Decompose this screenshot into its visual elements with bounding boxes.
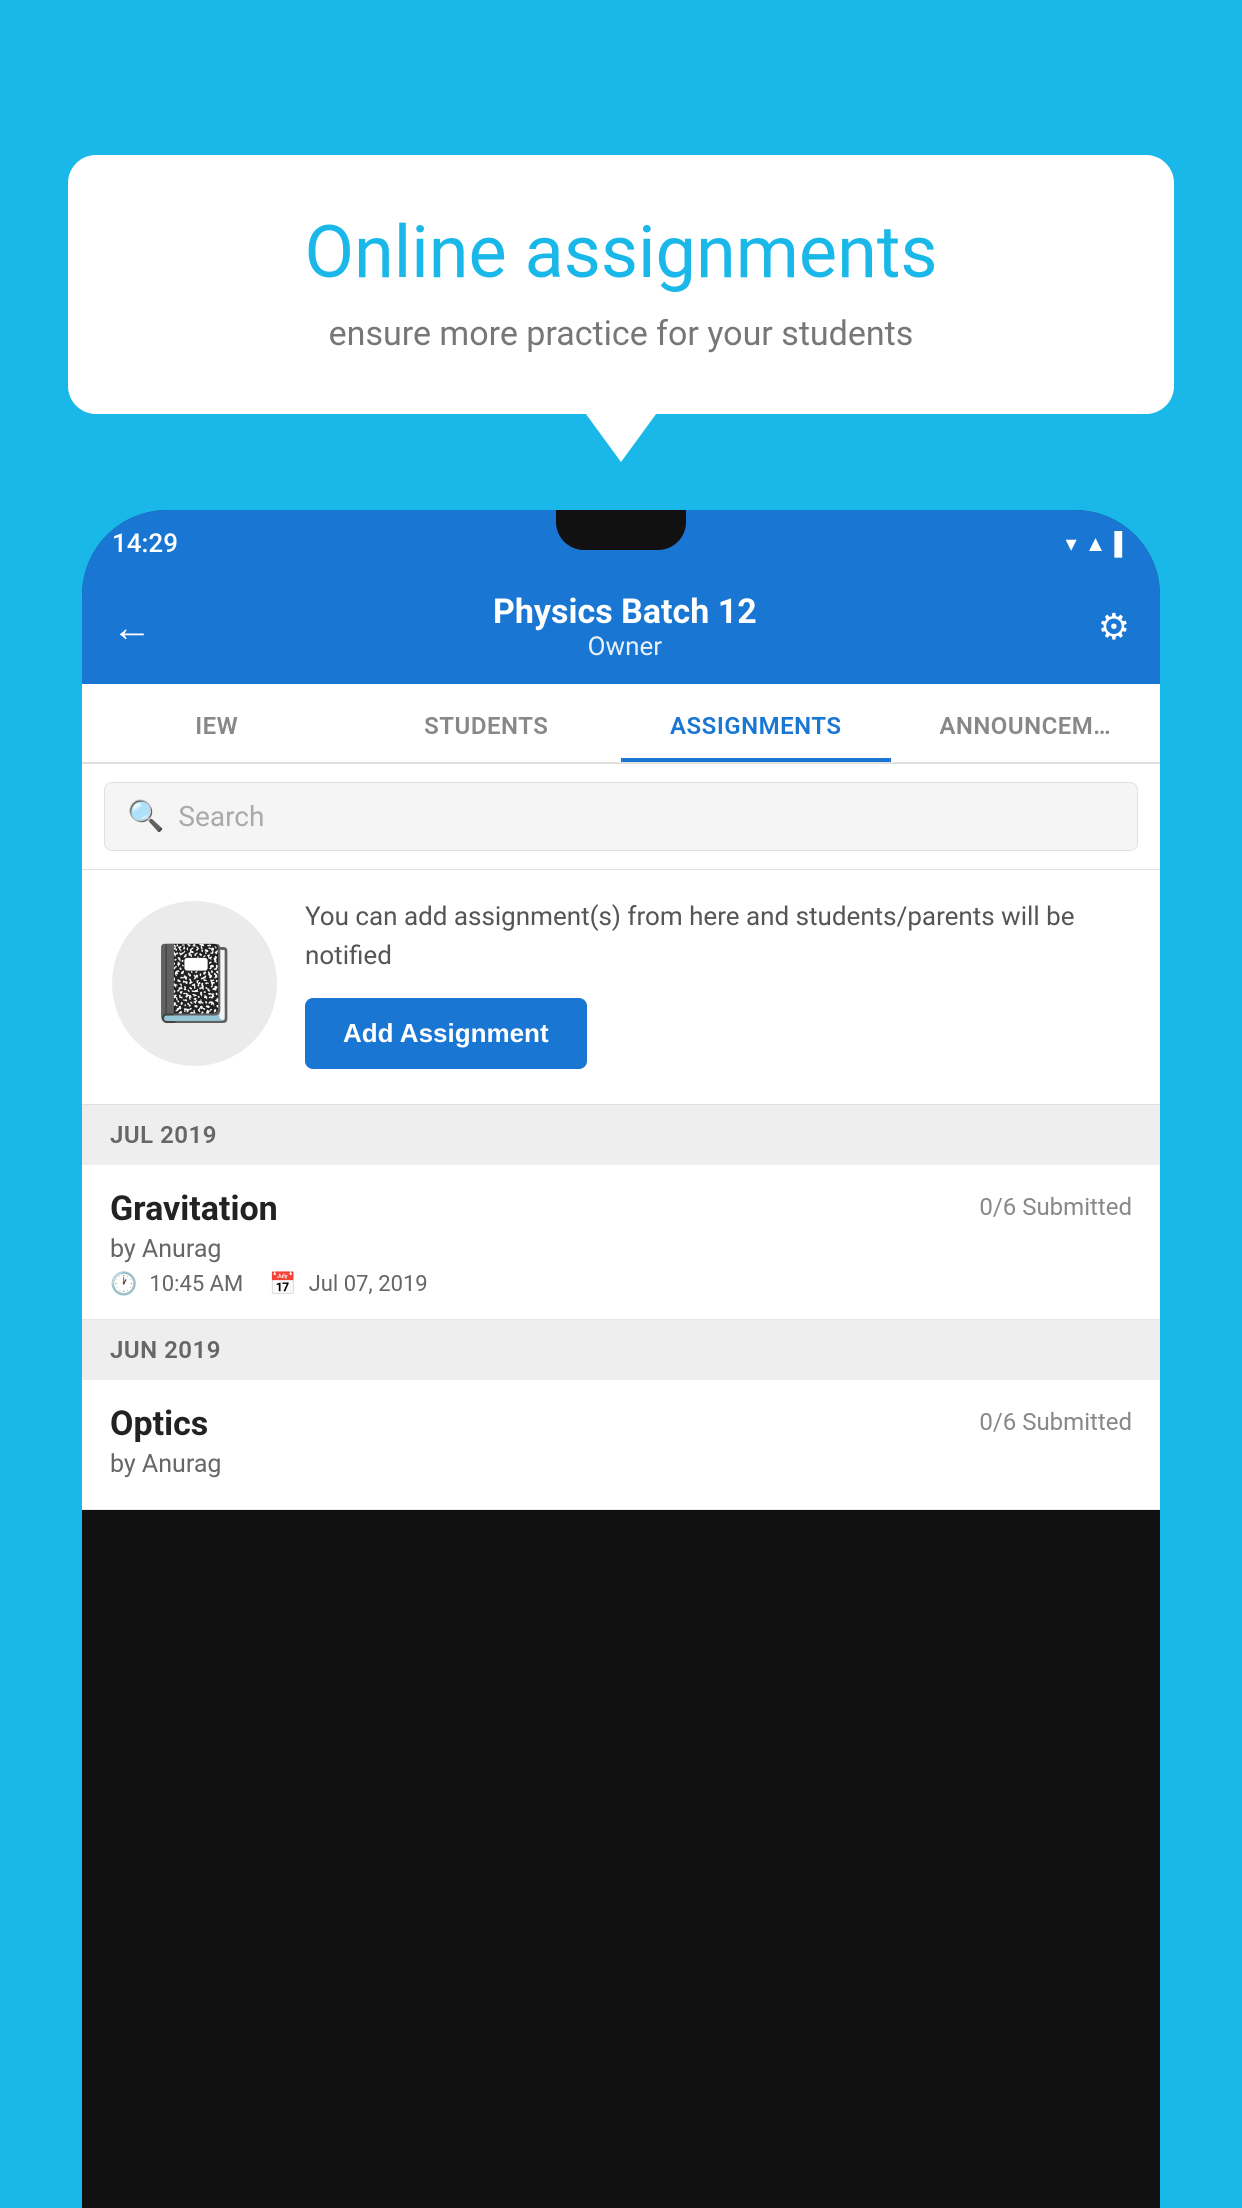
- assignment-item-header-optics: Optics 0/6 Submitted: [110, 1404, 1132, 1444]
- phone-content: 🔍 Search 📓 You can add assignment(s) fro…: [82, 764, 1160, 1510]
- add-assignment-button[interactable]: Add Assignment: [305, 998, 587, 1069]
- assignment-item-header: Gravitation 0/6 Submitted: [110, 1189, 1132, 1229]
- notebook-icon: 📓: [148, 940, 241, 1028]
- month-header-jul: JUL 2019: [82, 1105, 1160, 1165]
- tab-iew[interactable]: IEW: [82, 684, 352, 762]
- phone-frame: 14:29 ▾ ▲ ▌ ← Physics Batch 12 Owner ⚙ I…: [82, 510, 1160, 2208]
- assignment-submitted-gravitation: 0/6 Submitted: [979, 1193, 1132, 1221]
- signal-icon: ▲: [1085, 531, 1107, 557]
- tabs-bar: IEW STUDENTS ASSIGNMENTS ANNOUNCEM…: [82, 684, 1160, 764]
- bubble-title: Online assignments: [133, 210, 1109, 296]
- status-bar: 14:29 ▾ ▲ ▌: [82, 510, 1160, 578]
- owner-label: Owner: [493, 632, 757, 662]
- assignment-icon-circle: 📓: [112, 901, 277, 1066]
- calendar-icon: 📅: [269, 1272, 296, 1297]
- status-time: 14:29: [112, 529, 178, 559]
- assignment-meta-gravitation: 🕐 10:45 AM 📅 Jul 07, 2019: [110, 1272, 1132, 1297]
- assignment-submitted-optics: 0/6 Submitted: [979, 1408, 1132, 1436]
- add-assignment-card: 📓 You can add assignment(s) from here an…: [82, 870, 1160, 1105]
- assignment-item-optics[interactable]: Optics 0/6 Submitted by Anurag: [82, 1380, 1160, 1510]
- assignment-item-gravitation[interactable]: Gravitation 0/6 Submitted by Anurag 🕐 10…: [82, 1165, 1160, 1320]
- assignment-card-description: You can add assignment(s) from here and …: [305, 898, 1130, 976]
- tab-students[interactable]: STUDENTS: [352, 684, 622, 762]
- app-header: ← Physics Batch 12 Owner ⚙: [82, 578, 1160, 684]
- wifi-icon: ▾: [1066, 532, 1077, 557]
- assignment-author-gravitation: by Anurag: [110, 1235, 1132, 1264]
- settings-button[interactable]: ⚙: [1098, 606, 1130, 648]
- search-placeholder: Search: [178, 800, 264, 833]
- tab-assignments[interactable]: ASSIGNMENTS: [621, 684, 891, 762]
- assignment-name-optics: Optics: [110, 1404, 208, 1444]
- search-container: 🔍 Search: [82, 764, 1160, 870]
- batch-title: Physics Batch 12: [493, 592, 757, 632]
- back-button[interactable]: ←: [112, 604, 152, 651]
- speech-bubble: Online assignments ensure more practice …: [68, 155, 1174, 414]
- search-bar[interactable]: 🔍 Search: [104, 782, 1138, 851]
- assignment-card-right: You can add assignment(s) from here and …: [305, 898, 1130, 1069]
- search-icon: 🔍: [127, 799, 164, 834]
- header-center: Physics Batch 12 Owner: [493, 592, 757, 662]
- clock-icon: 🕐: [110, 1272, 137, 1297]
- status-icons: ▾ ▲ ▌: [1066, 531, 1130, 557]
- battery-icon: ▌: [1114, 531, 1130, 557]
- assignment-date-gravitation: Jul 07, 2019: [309, 1272, 428, 1297]
- notch: [556, 510, 686, 550]
- assignment-time-gravitation: 10:45 AM: [149, 1272, 243, 1297]
- assignment-name-gravitation: Gravitation: [110, 1189, 278, 1229]
- assignment-author-optics: by Anurag: [110, 1450, 1132, 1479]
- month-header-jun: JUN 2019: [82, 1320, 1160, 1380]
- tab-announcements[interactable]: ANNOUNCEM…: [891, 684, 1161, 762]
- bubble-subtitle: ensure more practice for your students: [133, 314, 1109, 354]
- speech-bubble-container: Online assignments ensure more practice …: [68, 155, 1174, 414]
